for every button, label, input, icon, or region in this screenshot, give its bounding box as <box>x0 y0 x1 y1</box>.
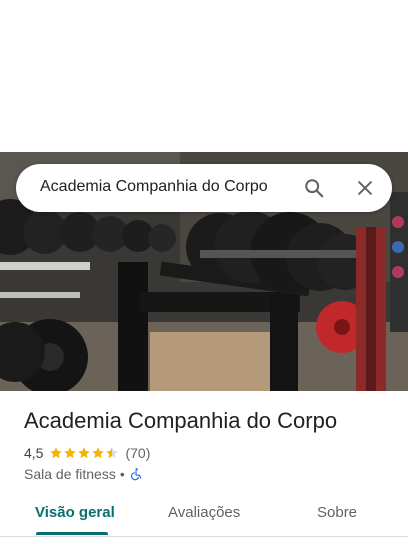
star-icon <box>92 447 105 459</box>
tab-reviews[interactable]: Avaliações <box>168 504 240 521</box>
rating-row[interactable]: 4,5 (70) <box>24 444 150 462</box>
place-category: Sala de fitness <box>24 466 116 482</box>
star-icon <box>64 447 77 459</box>
category-row: Sala de fitness • <box>24 465 143 483</box>
star-icon <box>50 447 63 459</box>
separator: • <box>119 466 125 482</box>
star-icon <box>78 447 91 459</box>
close-icon[interactable] <box>355 178 375 198</box>
search-query[interactable]: Academia Companhia do Corpo <box>40 178 268 196</box>
tab-about[interactable]: Sobre <box>317 504 357 521</box>
top-blank-area <box>0 0 408 152</box>
rating-value: 4,5 <box>24 445 44 461</box>
star-half-icon <box>106 447 119 459</box>
place-name: Academia Companhia do Corpo <box>24 408 338 433</box>
tab-overview[interactable]: Visão geral <box>35 504 115 521</box>
tab-bar: Visão geral Avaliações Sobre <box>0 494 408 538</box>
star-rating <box>49 446 119 460</box>
wheelchair-icon <box>130 468 141 481</box>
active-tab-indicator <box>36 532 108 535</box>
search-bar[interactable]: Academia Companhia do Corpo <box>16 164 392 212</box>
search-icon[interactable] <box>303 177 325 199</box>
tab-divider <box>0 536 408 537</box>
review-count[interactable]: (70) <box>125 445 150 461</box>
